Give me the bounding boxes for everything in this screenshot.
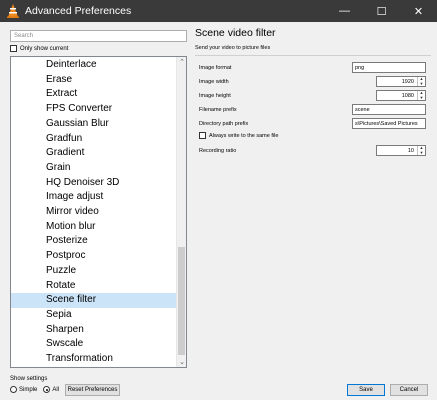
tree-item[interactable]: Gradient <box>11 146 177 161</box>
cancel-button[interactable]: Cancel <box>390 384 428 396</box>
decrement-icon[interactable]: ▼ <box>418 95 425 101</box>
tree-item[interactable]: Erase <box>11 73 177 88</box>
module-tree[interactable]: Deinterlace Erase Extract FPS Converter Gaus… <box>10 56 187 368</box>
tree-item[interactable]: Grain <box>11 161 177 176</box>
image-width-label: Image width <box>199 79 229 85</box>
save-button[interactable]: Save <box>347 384 385 396</box>
tree-item[interactable]: Swscale <box>11 337 177 352</box>
recording-ratio-value: 10 <box>407 147 414 154</box>
directory-path-prefix-field[interactable]: s\Pictures\Saved Pictures <box>352 118 426 129</box>
image-height-value: 1080 <box>401 92 414 99</box>
reset-preferences-button[interactable]: Reset Preferences <box>65 384 120 396</box>
tree-item[interactable]: Sepia <box>11 308 177 323</box>
filename-prefix-label: Filename prefix <box>199 107 237 113</box>
vlc-cone-icon <box>7 4 19 18</box>
tree-item[interactable]: Gaussian Blur <box>11 117 177 132</box>
tree-item[interactable]: HQ Denoiser 3D <box>11 176 177 191</box>
all-radio-label[interactable]: All <box>52 387 59 393</box>
panel-description: Send your video to picture files <box>195 45 271 51</box>
image-format-label: Image format <box>199 65 232 71</box>
image-width-value: 1920 <box>401 78 414 85</box>
tree-item[interactable]: Mirror video <box>11 205 177 220</box>
scroll-down-icon[interactable]: ⌄ <box>177 357 186 367</box>
image-format-field[interactable]: png <box>352 62 426 73</box>
minimize-button[interactable]: — <box>326 0 363 22</box>
image-width-stepper[interactable]: 1920 ▲ ▼ <box>376 76 426 87</box>
tree-item[interactable]: Scene filter <box>11 293 177 308</box>
recording-ratio-label: Recording ratio <box>199 148 237 154</box>
simple-radio[interactable] <box>10 386 17 393</box>
only-show-current-checkbox[interactable]: Only show current <box>10 44 68 53</box>
tree-item[interactable]: FPS Converter <box>11 102 177 117</box>
decrement-icon[interactable]: ▼ <box>418 81 425 87</box>
tree-item[interactable]: Motion blur <box>11 220 177 235</box>
tree-item[interactable]: Puzzle <box>11 264 177 279</box>
show-settings-label: Show settings <box>10 376 48 382</box>
maximize-button[interactable]: ☐ <box>363 0 400 22</box>
tree-item[interactable]: Image adjust <box>11 190 177 205</box>
title-bar: Advanced Preferences — ☐ ✕ <box>0 0 437 22</box>
all-radio[interactable] <box>43 386 51 393</box>
tree-item[interactable]: Extract <box>11 87 177 102</box>
decrement-icon[interactable]: ▼ <box>418 150 425 156</box>
checkbox-box[interactable] <box>199 132 206 139</box>
checkbox-box[interactable] <box>10 45 17 52</box>
always-write-same-file-label: Always write to the same file <box>209 132 279 139</box>
tree-item[interactable]: Deinterlace <box>11 58 177 73</box>
image-height-label: Image height <box>199 93 231 99</box>
close-button[interactable]: ✕ <box>400 0 437 22</box>
simple-radio-label[interactable]: Simple <box>19 387 37 393</box>
show-settings-group: Simple All <box>10 385 65 394</box>
scroll-thumb[interactable] <box>178 247 185 355</box>
tree-item[interactable]: Gradfun <box>11 132 177 147</box>
filename-prefix-field[interactable]: scene <box>352 104 426 115</box>
panel-divider <box>195 55 431 56</box>
only-show-current-label: Only show current <box>20 45 69 52</box>
always-write-same-file-checkbox[interactable]: Always write to the same file <box>199 132 278 139</box>
vertical-scrollbar[interactable]: ⌃ ⌄ <box>176 57 186 367</box>
image-height-stepper[interactable]: 1080 ▲ ▼ <box>376 90 426 101</box>
directory-path-prefix-label: Directory path prefix <box>199 121 249 127</box>
tree-item[interactable]: Rotate <box>11 279 177 294</box>
tree-item[interactable]: Postproc <box>11 249 177 264</box>
search-input[interactable]: Search <box>10 30 187 42</box>
tree-item[interactable]: Posterize <box>11 234 177 249</box>
window-title: Advanced Preferences <box>25 5 132 17</box>
tree-item[interactable]: Sharpen <box>11 323 177 338</box>
tree-item[interactable]: Transformation <box>11 352 177 367</box>
scroll-up-icon[interactable]: ⌃ <box>177 57 186 67</box>
recording-ratio-stepper[interactable]: 10 ▲ ▼ <box>376 145 426 156</box>
panel-title: Scene video filter <box>195 27 276 39</box>
